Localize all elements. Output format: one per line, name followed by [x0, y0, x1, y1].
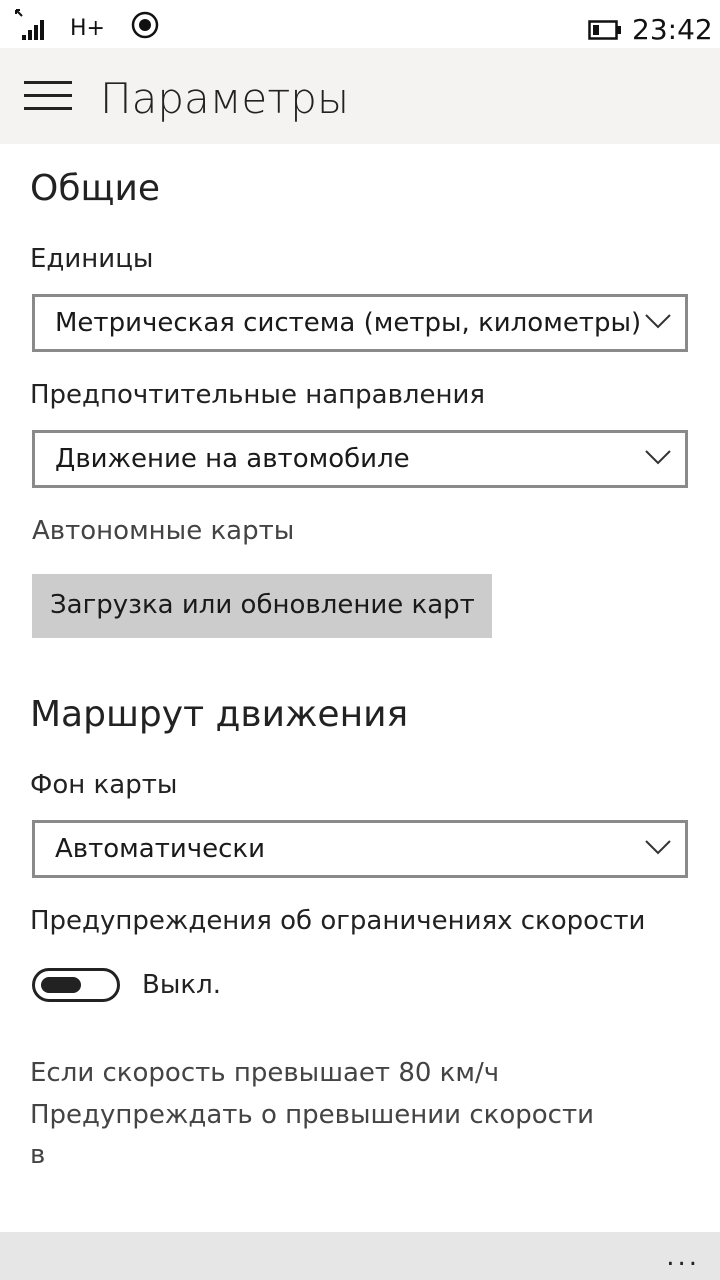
map-background-select-value: Автоматически	[55, 834, 266, 864]
download-maps-button-label: Загрузка или обновление карт	[50, 590, 475, 620]
speed-warnings-label: Предупреждения об ограничениях скорости	[30, 906, 646, 936]
speed-info-line-1: Если скорость превышает 80 км/ч	[30, 1058, 500, 1088]
speed-info-line-2: Предупреждать о превышении скорости	[30, 1100, 595, 1130]
clock: 23:42	[632, 13, 713, 46]
page-title: Параметры	[100, 74, 350, 123]
status-bar: H+ 23:42	[0, 0, 720, 48]
chevron-down-icon	[645, 314, 671, 329]
chevron-down-icon	[645, 840, 671, 855]
section-heading-general: Общие	[30, 168, 160, 209]
toggle-knob	[41, 977, 81, 993]
location-icon	[131, 11, 159, 39]
network-type: H+	[70, 16, 105, 41]
speed-toggle-state: Выкл.	[142, 970, 221, 1000]
units-select[interactable]: Метрическая система (метры, километры)	[32, 294, 688, 352]
units-select-value: Метрическая система (метры, километры)	[55, 308, 642, 338]
more-options-button[interactable]: ...	[666, 1242, 700, 1272]
directions-label: Предпочтительные направления	[30, 380, 486, 410]
units-label: Единицы	[30, 244, 154, 274]
directions-select[interactable]: Движение на автомобиле	[32, 430, 688, 488]
signal-icon	[15, 9, 44, 40]
hamburger-icon[interactable]	[24, 81, 72, 113]
download-maps-button[interactable]: Загрузка или обновление карт	[32, 574, 492, 638]
speed-warnings-toggle[interactable]	[32, 968, 120, 1002]
map-background-label: Фон карты	[30, 770, 178, 800]
speed-info-line-3: в	[30, 1140, 46, 1170]
map-background-select[interactable]: Автоматически	[32, 820, 688, 878]
app-bar: ...	[0, 1232, 720, 1280]
offline-maps-label: Автономные карты	[32, 516, 295, 546]
section-heading-route: Маршрут движения	[30, 694, 409, 735]
chevron-down-icon	[645, 450, 671, 465]
title-bar: Параметры	[0, 48, 720, 144]
battery-icon	[588, 20, 621, 40]
directions-select-value: Движение на автомобиле	[55, 444, 410, 474]
